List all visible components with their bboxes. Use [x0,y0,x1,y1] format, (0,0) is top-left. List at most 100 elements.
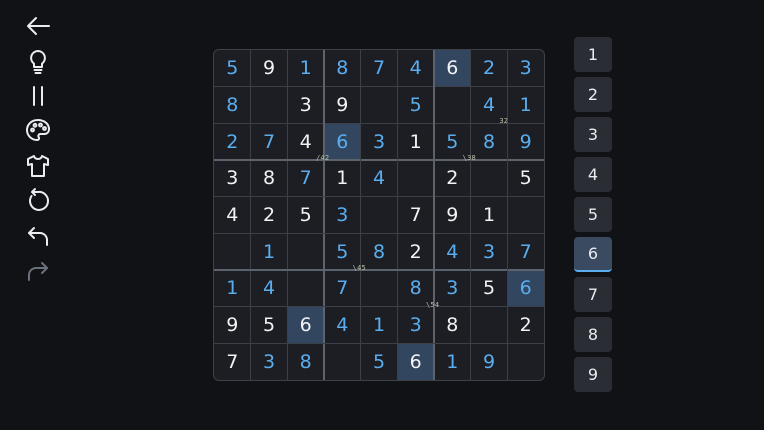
sudoku-cell[interactable]: 8 [324,50,361,87]
sudoku-cell[interactable] [434,87,471,124]
number-button-4[interactable]: 4 [574,157,612,192]
sudoku-cell[interactable]: 4 [251,270,288,307]
sudoku-cell[interactable] [471,307,508,344]
sudoku-cell[interactable]: 1 [434,343,471,380]
theme-button[interactable] [20,113,56,148]
sudoku-cell[interactable] [251,87,288,124]
sudoku-cell[interactable]: 5 [507,160,544,197]
sudoku-cell[interactable] [287,233,324,270]
redo-button[interactable] [20,253,56,288]
sudoku-cell[interactable]: 7 [397,197,434,234]
sudoku-cell[interactable]: 4 [324,307,361,344]
grid-line [286,50,288,380]
sudoku-cell[interactable]: 7 [214,343,251,380]
pause-button[interactable] [20,78,56,113]
sudoku-cell[interactable] [507,343,544,380]
grid-line [214,122,544,124]
number-button-2[interactable]: 2 [574,77,612,112]
sudoku-cell[interactable]: 7 [324,270,361,307]
sudoku-cell[interactable]: 5 [287,197,324,234]
sudoku-cell[interactable] [397,160,434,197]
sudoku-cell[interactable]: 3 [507,50,544,87]
number-button-9[interactable]: 9 [574,357,612,392]
sudoku-cell[interactable]: 3 [434,270,471,307]
sudoku-cell[interactable]: 7 [287,160,324,197]
restart-button[interactable] [20,183,56,218]
sudoku-cell[interactable]: 1 [471,197,508,234]
sudoku-cell[interactable]: 5 [397,87,434,124]
sudoku-cell[interactable]: 8 [361,233,398,270]
number-button-5[interactable]: 5 [574,197,612,232]
sudoku-cell[interactable]: 8 [287,343,324,380]
sudoku-cell[interactable]: 2 [507,307,544,344]
sudoku-cell[interactable]: 9 [507,123,544,160]
skin-button[interactable] [20,148,56,183]
sudoku-cell[interactable]: 4 [434,233,471,270]
sudoku-cell[interactable]: 3 [397,307,434,344]
sudoku-cell[interactable]: 9 [324,87,361,124]
sudoku-cell[interactable]: 8 [251,160,288,197]
redo-icon [28,261,48,281]
sudoku-cell[interactable]: 2 [471,50,508,87]
sudoku-cell[interactable]: 6 [324,123,361,160]
sudoku-cell[interactable]: 3 [251,343,288,380]
sudoku-cell[interactable] [287,270,324,307]
sudoku-cell[interactable]: 1 [507,87,544,124]
sudoku-cell[interactable]: 3 [214,160,251,197]
sudoku-cell[interactable]: 1 [251,233,288,270]
sudoku-cell[interactable] [361,87,398,124]
sudoku-cell[interactable]: 3 [471,233,508,270]
sudoku-cell[interactable] [214,233,251,270]
sudoku-cell[interactable] [507,197,544,234]
sudoku-cell[interactable]: 6 [507,270,544,307]
sudoku-cell[interactable]: 3 [361,123,398,160]
sudoku-cell[interactable]: 5 [214,50,251,87]
sudoku-cell[interactable] [361,197,398,234]
number-button-7[interactable]: 7 [574,277,612,312]
sudoku-cell[interactable] [324,343,361,380]
sudoku-cell[interactable]: 4 [361,160,398,197]
sudoku-cell[interactable]: 3 [287,87,324,124]
sudoku-cell[interactable]: 8 [214,87,251,124]
back-icon [27,16,50,35]
sudoku-cell[interactable]: 7 [361,50,398,87]
sudoku-cell[interactable] [361,270,398,307]
sudoku-cell[interactable]: 5 [361,343,398,380]
number-button-8[interactable]: 8 [574,317,612,352]
sudoku-cell[interactable]: 9 [471,343,508,380]
number-button-1[interactable]: 1 [574,37,612,72]
sudoku-cell[interactable]: 3 [324,197,361,234]
sudoku-cell[interactable]: 1 [214,270,251,307]
sudoku-cell[interactable]: 5 [251,307,288,344]
sudoku-cell[interactable]: 2 [251,197,288,234]
sudoku-cell[interactable]: 8 [434,307,471,344]
sudoku-cell[interactable]: 1 [361,307,398,344]
grid-line [470,50,472,380]
sudoku-cell[interactable]: 9 [434,197,471,234]
sudoku-cell[interactable]: 4 [214,197,251,234]
grid-line [214,342,544,344]
undo-button[interactable] [20,218,56,253]
sudoku-cell[interactable]: 2 [214,123,251,160]
palette-icon [26,118,50,141]
sudoku-cell[interactable]: 9 [251,50,288,87]
sudoku-cell[interactable]: 2 [397,233,434,270]
hint-button[interactable] [20,43,56,78]
sudoku-cell[interactable]: 8 [471,123,508,160]
sudoku-cell[interactable]: 7 [251,123,288,160]
sudoku-cell[interactable]: 1 [287,50,324,87]
number-button-3[interactable]: 3 [574,117,612,152]
number-button-6[interactable]: 6 [574,237,612,272]
sudoku-cell[interactable]: 1 [397,123,434,160]
sudoku-cell[interactable]: 5 [471,270,508,307]
sudoku-cell[interactable]: 6 [397,343,434,380]
back-button[interactable] [20,8,56,43]
sudoku-cell[interactable]: 6 [434,50,471,87]
sudoku-cell[interactable]: 6 [287,306,324,344]
sudoku-cell[interactable] [471,160,508,197]
sudoku-cell[interactable]: 9 [214,307,251,344]
sudoku-cell[interactable]: 2 [434,160,471,197]
sudoku-cell[interactable]: 4 [397,50,434,87]
sudoku-cell[interactable]: 7 [507,233,544,270]
sudoku-cell[interactable]: 1 [324,160,361,197]
